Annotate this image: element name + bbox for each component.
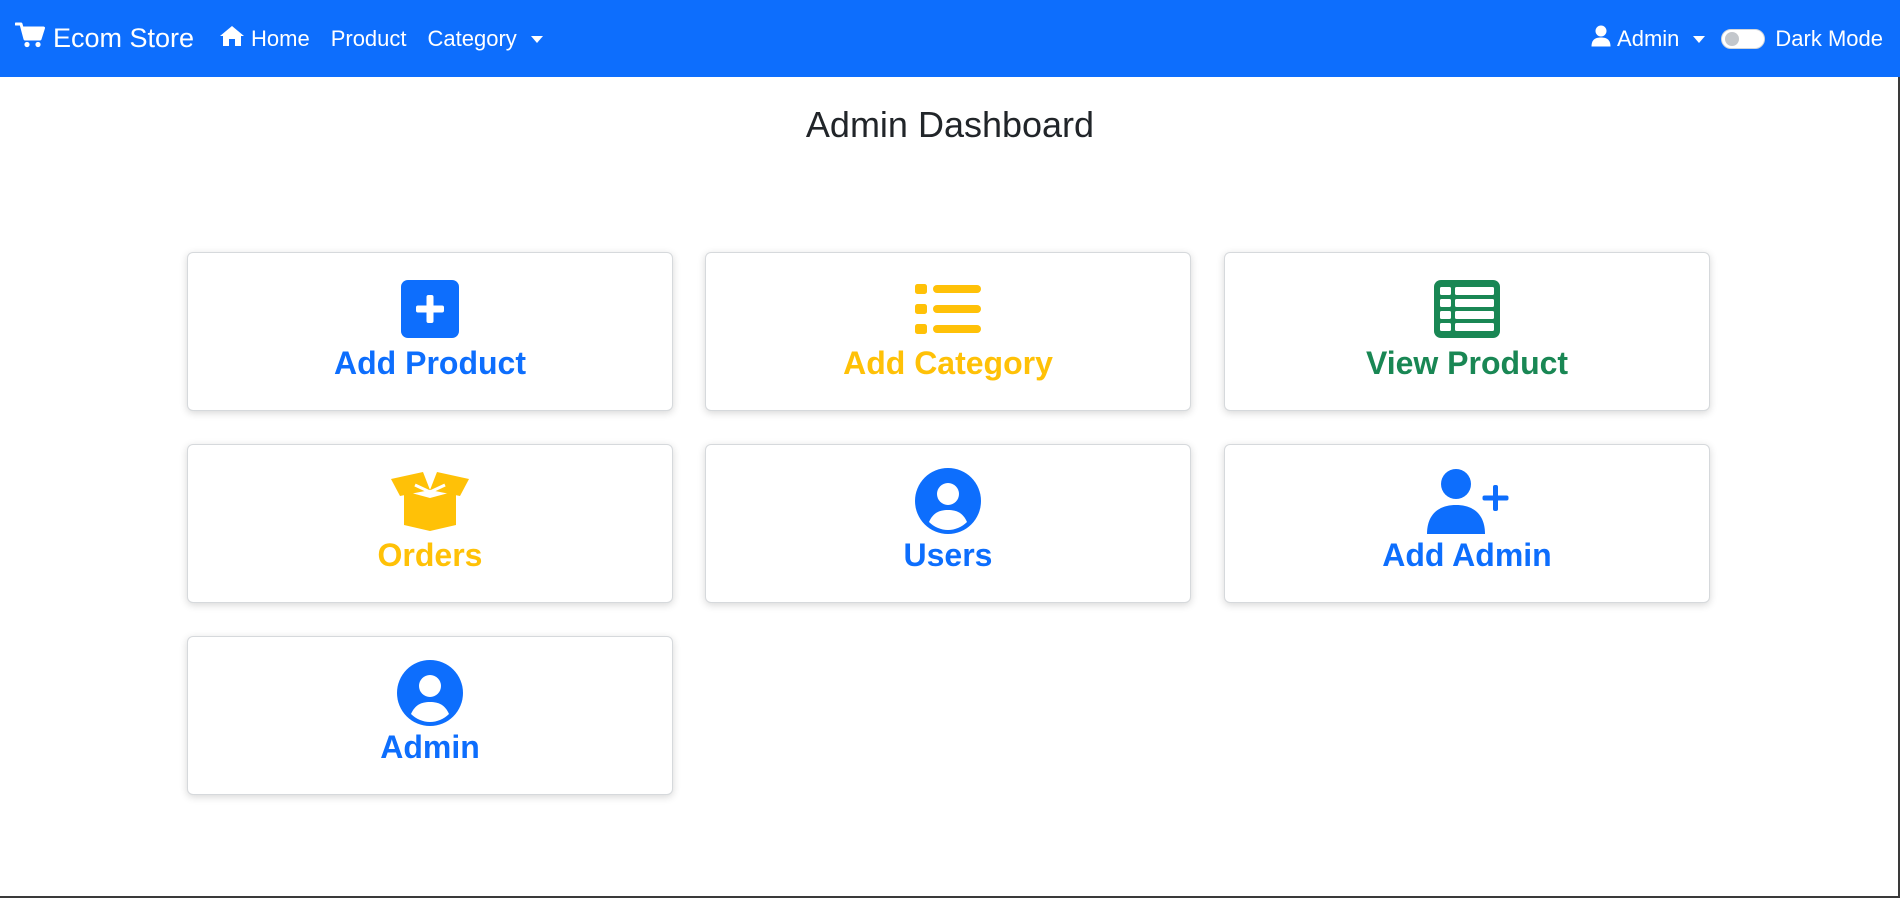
- view-product-label: View Product: [1365, 345, 1569, 381]
- add-product-card[interactable]: Add Product: [187, 252, 673, 411]
- add-category-label: Add Category: [843, 345, 1053, 381]
- users-card[interactable]: Users: [705, 444, 1191, 603]
- nav-home-label: Home: [251, 25, 310, 51]
- user-circle-icon: [397, 660, 463, 726]
- user-menu-label: Admin: [1617, 25, 1680, 51]
- chevron-down-icon: [530, 36, 543, 43]
- chevron-down-icon: [1693, 36, 1706, 43]
- user-icon: [1591, 25, 1611, 53]
- user-menu-dropdown[interactable]: Admin: [1591, 25, 1706, 53]
- table-icon: [1434, 277, 1500, 341]
- orders-label: Orders: [377, 537, 483, 573]
- orders-card[interactable]: Orders: [187, 444, 673, 603]
- dark-mode-toggle[interactable]: [1721, 28, 1766, 49]
- nav-right: Admin Dark Mode: [1591, 0, 1883, 77]
- users-label: Users: [903, 537, 993, 573]
- user-circle-icon: [915, 468, 981, 534]
- add-product-label: Add Product: [334, 345, 526, 381]
- shopping-cart-icon: [14, 22, 45, 55]
- list-icon: [915, 277, 981, 341]
- add-category-card[interactable]: Add Category: [705, 252, 1191, 411]
- nav-product-label: Product: [330, 25, 407, 51]
- admin-card[interactable]: Admin: [187, 636, 673, 795]
- brand-name: Ecom Store: [53, 23, 195, 53]
- nav-links: Home Product Category: [219, 0, 543, 77]
- user-plus-icon: [1425, 469, 1509, 534]
- page-title: Admin Dashboard: [805, 104, 1095, 145]
- nav-product-link[interactable]: Product: [331, 26, 407, 52]
- nav-category-label: Category: [427, 25, 517, 51]
- admin-label: Admin: [380, 729, 480, 765]
- navbar: Ecom Store Home Product Category Admin D…: [0, 0, 1900, 77]
- brand-link[interactable]: Ecom Store: [14, 0, 195, 77]
- box-open-icon: [390, 469, 470, 533]
- toggle-knob: [1725, 31, 1740, 46]
- plus-square-icon: [401, 277, 459, 341]
- home-icon: [219, 25, 245, 53]
- nav-category-dropdown[interactable]: Category: [428, 26, 543, 52]
- add-admin-label: Add Admin: [1382, 537, 1552, 573]
- view-product-card[interactable]: View Product: [1224, 252, 1710, 411]
- nav-home-link[interactable]: Home: [219, 25, 310, 53]
- add-admin-card[interactable]: Add Admin: [1224, 444, 1710, 603]
- dark-mode-label: Dark Mode: [1775, 25, 1883, 51]
